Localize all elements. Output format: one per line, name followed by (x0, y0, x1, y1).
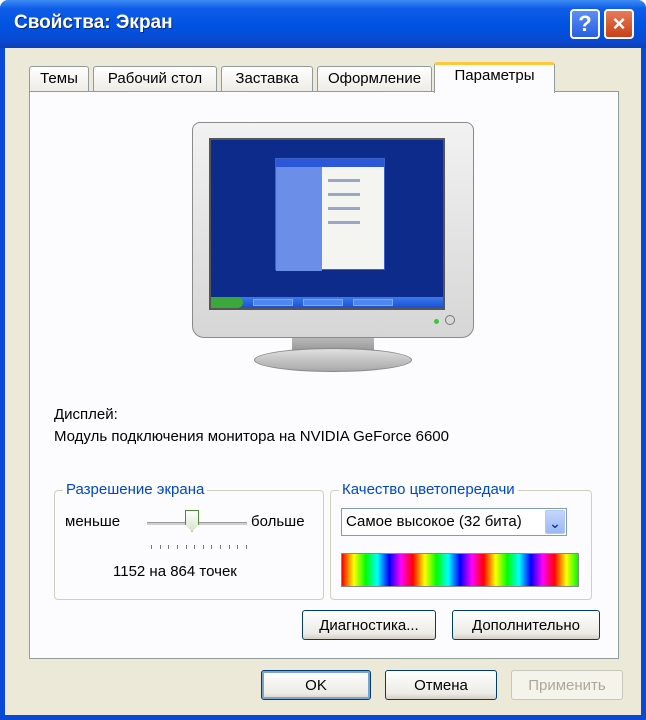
display-properties-window: Свойства: Экран ? × Темы Рабочий стол За… (0, 0, 646, 720)
help-icon[interactable]: ? (570, 9, 600, 39)
monitor-bezel (192, 122, 474, 338)
color-quality-group: Качество цветопередачи Самое высокое (32… (330, 481, 592, 600)
color-quality-value: Самое высокое (32 бита) (346, 513, 522, 530)
dialog-client: Темы Рабочий стол Заставка Оформление Па… (5, 48, 641, 715)
tab-settings[interactable]: Параметры (434, 62, 555, 93)
dropdown-arrow-icon[interactable]: ⌄ (545, 510, 565, 534)
monitor-base (254, 348, 412, 372)
close-icon[interactable]: × (604, 9, 634, 39)
diagnostics-button[interactable]: Диагностика... (302, 610, 436, 640)
resolution-less-label: меньше (65, 513, 121, 530)
resolution-group: Разрешение экрана меньше больше 1152 на … (54, 481, 324, 600)
display-caption: Дисплей: (54, 406, 118, 423)
color-quality-legend: Качество цветопередачи (339, 481, 518, 498)
monitor-preview (192, 122, 474, 380)
tab-screensaver[interactable]: Заставка (221, 66, 313, 92)
title-bar[interactable]: Свойства: Экран ? × (0, 0, 646, 48)
power-led-icon (434, 319, 439, 324)
color-quality-select[interactable]: Самое высокое (32 бита) ⌄ (341, 508, 567, 536)
apply-button[interactable]: Применить (511, 670, 623, 700)
cancel-button[interactable]: Отмена (385, 670, 497, 700)
resolution-more-label: больше (251, 513, 305, 530)
slider-ticks (151, 545, 247, 549)
settings-panel: Дисплей: Модуль подключения монитора на … (29, 91, 619, 659)
tab-desktop[interactable]: Рабочий стол (93, 66, 217, 92)
window-title: Свойства: Экран (14, 12, 173, 33)
tab-appearance[interactable]: Оформление (317, 66, 432, 92)
advanced-button[interactable]: Дополнительно (452, 610, 600, 640)
color-spectrum-preview (341, 553, 579, 587)
slider-thumb[interactable] (185, 510, 199, 532)
display-device-name: Модуль подключения монитора на NVIDIA Ge… (54, 428, 449, 445)
ok-button[interactable]: OK (261, 670, 371, 700)
preview-window (275, 158, 385, 271)
tab-themes[interactable]: Темы (29, 66, 89, 92)
preview-taskbar (211, 297, 443, 308)
resolution-legend: Разрешение экрана (63, 481, 208, 498)
resolution-value: 1152 на 864 точек (113, 563, 237, 580)
monitor-screen (209, 138, 445, 310)
power-button-icon (445, 315, 455, 325)
